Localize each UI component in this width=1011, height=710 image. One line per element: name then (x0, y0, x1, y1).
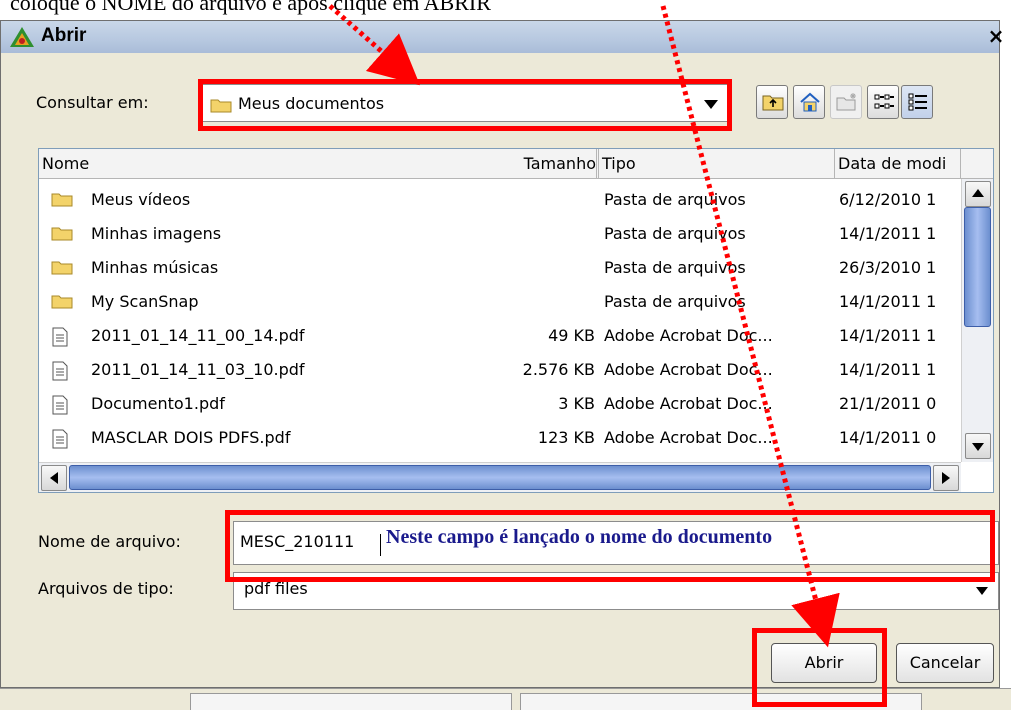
annotation-arrows (328, 4, 840, 648)
arrow-to-open-button (660, 5, 840, 648)
arrow-to-look-in (328, 4, 421, 86)
